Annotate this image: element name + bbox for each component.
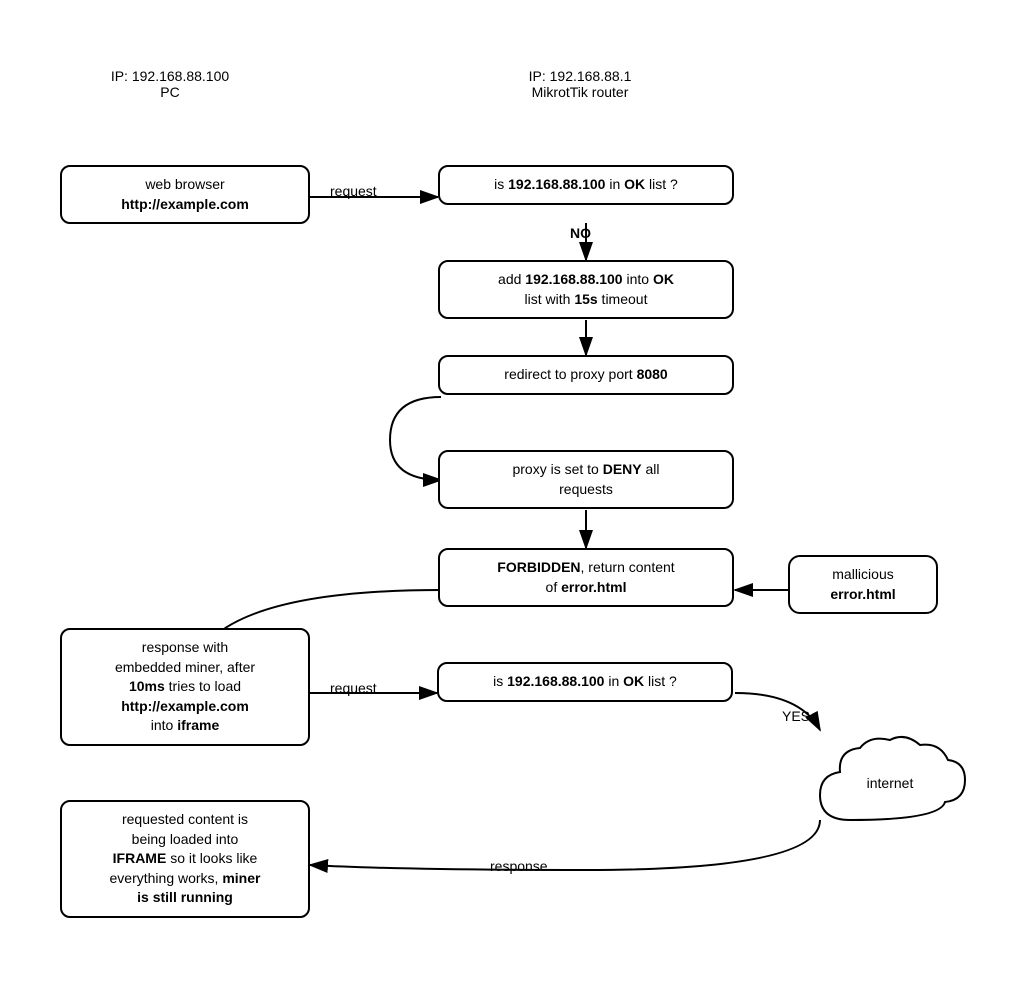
web-browser-line2: http://example.com bbox=[121, 196, 249, 212]
pc-ip-label: IP: 192.168.88.100 PC bbox=[80, 68, 260, 100]
redirect-proxy-box: redirect to proxy port 8080 bbox=[438, 355, 734, 395]
svg-text:internet: internet bbox=[867, 775, 914, 791]
response-miner-box: response with embedded miner, after 10ms… bbox=[60, 628, 310, 746]
web-browser-line1: web browser bbox=[74, 175, 296, 195]
response-label: response bbox=[490, 858, 548, 874]
forbidden-box: FORBIDDEN, return content of error.html bbox=[438, 548, 734, 607]
add-ok-list-box: add 192.168.88.100 into OK list with 15s… bbox=[438, 260, 734, 319]
mallicious-error-box: mallicious error.html bbox=[788, 555, 938, 614]
request-label-2: request bbox=[330, 680, 377, 696]
check-ok-list-2-box: is 192.168.88.100 in OK list ? bbox=[437, 662, 733, 702]
yes-label: YES bbox=[782, 708, 810, 724]
diagram: IP: 192.168.88.100 PC IP: 192.168.88.1 M… bbox=[0, 0, 1034, 990]
web-browser-box: web browser http://example.com bbox=[60, 165, 310, 224]
check-ok-list-1-box: is 192.168.88.100 in OK list ? bbox=[438, 165, 734, 205]
proxy-deny-box: proxy is set to DENY all requests bbox=[438, 450, 734, 509]
internet-cloud: internet bbox=[810, 730, 970, 850]
request-label-1: request bbox=[330, 183, 377, 199]
router-ip-label: IP: 192.168.88.1 MikrotTik router bbox=[480, 68, 680, 100]
no-label: NO bbox=[570, 225, 591, 241]
requested-content-box: requested content is being loaded into I… bbox=[60, 800, 310, 918]
